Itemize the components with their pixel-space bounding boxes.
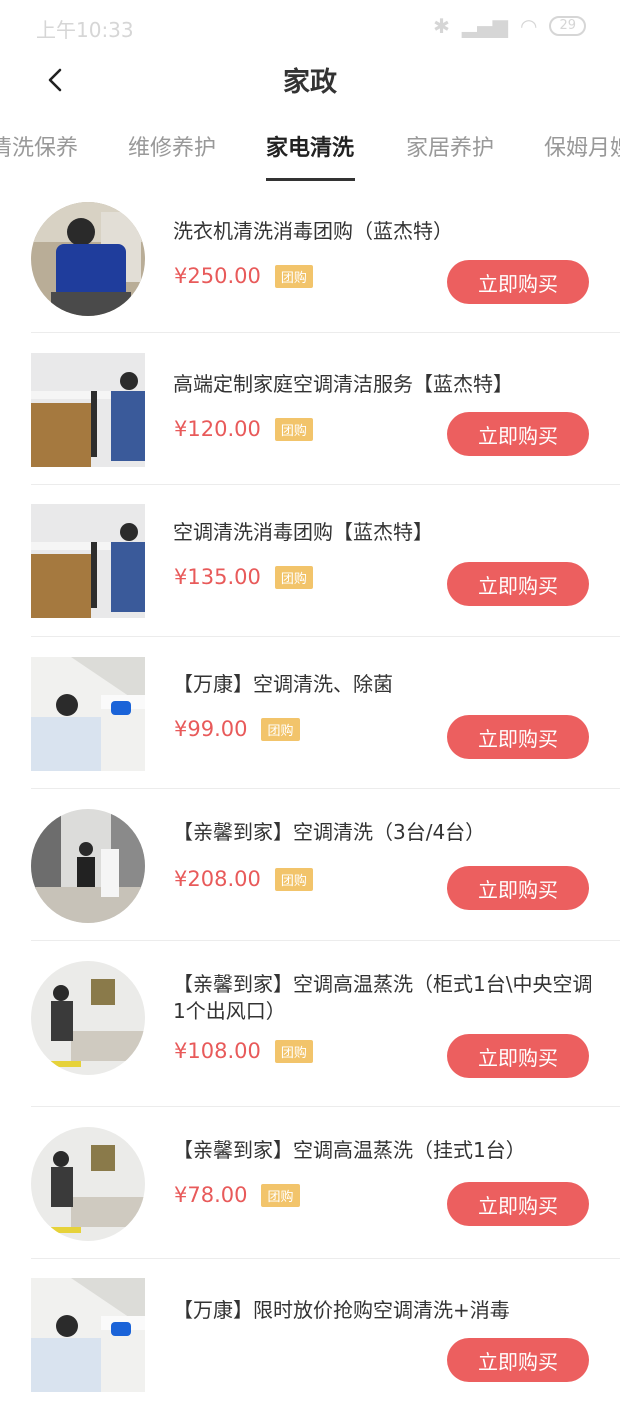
group-buy-badge: 团购 xyxy=(261,1183,300,1207)
product-price: ¥250.00 xyxy=(174,264,261,288)
buy-now-button[interactable]: 立即购买 xyxy=(447,562,589,606)
buy-now-button[interactable]: 立即购买 xyxy=(447,1182,589,1226)
battery-icon: 29 xyxy=(549,16,586,36)
list-item[interactable]: 【万康】空调清洗、除菌 ¥99.00 团购 立即购买 xyxy=(31,637,620,789)
page-title: 家政 xyxy=(283,67,337,98)
product-price: ¥208.00 xyxy=(174,867,261,891)
list-item[interactable]: 洗衣机清洗消毒团购（蓝杰特） ¥250.00 团购 立即购买 xyxy=(31,192,620,333)
buy-now-button[interactable]: 立即购买 xyxy=(447,260,589,304)
buy-now-button[interactable]: 立即购买 xyxy=(447,715,589,759)
product-title: 空调清洗消毒团购【蓝杰特】 xyxy=(173,520,433,544)
product-title: 【亲馨到家】空调高温蒸洗（挂式1台） xyxy=(173,1138,526,1162)
product-price: ¥120.00 xyxy=(174,417,261,441)
product-image xyxy=(31,504,145,618)
product-title: 【万康】空调清洗、除菌 xyxy=(173,672,393,696)
group-buy-badge: 团购 xyxy=(274,565,313,589)
buy-now-button[interactable]: 立即购买 xyxy=(447,1338,589,1382)
product-price: ¥108.00 xyxy=(174,1039,261,1063)
price-row: ¥250.00 团购 xyxy=(174,264,313,288)
status-icons: ✱ ▂▄▆ ◠ 29 xyxy=(433,14,586,38)
nav-bar: 家政 xyxy=(0,54,620,114)
product-image xyxy=(31,961,145,1075)
list-item[interactable]: 【亲馨到家】空调清洗（3台/4台） ¥208.00 团购 立即购买 xyxy=(31,789,620,941)
product-title: 【亲馨到家】空调清洗（3台/4台） xyxy=(173,820,486,844)
group-buy-badge: 团购 xyxy=(274,867,313,891)
price-row: ¥135.00 团购 xyxy=(174,565,313,589)
category-tabs: 清洗保养 维修养护 家电清洗 家居养护 保姆月嫂 xyxy=(0,118,620,186)
product-image xyxy=(31,809,145,923)
list-item[interactable]: 【亲馨到家】空调高温蒸洗（柜式1台\中央空调1个出风口） ¥108.00 团购 … xyxy=(31,941,620,1107)
list-item[interactable]: 【亲馨到家】空调高温蒸洗（挂式1台） ¥78.00 团购 立即购买 xyxy=(31,1107,620,1259)
group-buy-badge: 团购 xyxy=(274,417,313,441)
list-item[interactable]: 空调清洗消毒团购【蓝杰特】 ¥135.00 团购 立即购买 xyxy=(31,485,620,637)
buy-now-button[interactable]: 立即购买 xyxy=(447,1034,589,1078)
group-buy-badge: 团购 xyxy=(274,1039,313,1063)
buy-now-button[interactable]: 立即购买 xyxy=(447,866,589,910)
product-image xyxy=(31,657,145,771)
product-image xyxy=(31,353,145,467)
tab-appliance-cleaning[interactable]: 家电清洗 xyxy=(266,130,354,162)
group-buy-badge: 团购 xyxy=(261,717,300,741)
product-image xyxy=(31,202,145,316)
product-price: ¥78.00 xyxy=(174,1183,248,1207)
tab-nanny[interactable]: 保姆月嫂 xyxy=(544,130,620,162)
price-row: ¥78.00 团购 xyxy=(174,1183,300,1207)
product-title: 高端定制家庭空调清洁服务【蓝杰特】 xyxy=(173,372,513,396)
price-row: ¥208.00 团购 xyxy=(174,867,313,891)
status-bar: 上午10:33 ✱ ▂▄▆ ◠ 29 xyxy=(0,0,620,54)
product-title: 【亲馨到家】空调高温蒸洗（柜式1台\中央空调1个出风口） xyxy=(173,972,593,1023)
product-title: 洗衣机清洗消毒团购（蓝杰特） xyxy=(173,219,453,243)
active-tab-indicator xyxy=(266,178,355,181)
list-item[interactable]: 高端定制家庭空调清洁服务【蓝杰特】 ¥120.00 团购 立即购买 xyxy=(31,333,620,485)
product-image xyxy=(31,1278,145,1392)
bluetooth-icon: ✱ xyxy=(433,14,450,38)
product-title: 【万康】限时放价抢购空调清洗+消毒 xyxy=(173,1298,510,1322)
buy-now-button[interactable]: 立即购买 xyxy=(447,412,589,456)
tab-cleaning-maintenance[interactable]: 清洗保养 xyxy=(0,130,78,162)
wifi-icon: ◠ xyxy=(520,14,538,38)
signal-icon: ▂▄▆ xyxy=(461,14,508,38)
price-row: ¥99.00 团购 xyxy=(174,717,300,741)
product-image xyxy=(31,1127,145,1241)
product-price: ¥99.00 xyxy=(174,717,248,741)
price-row: ¥120.00 团购 xyxy=(174,417,313,441)
product-price: ¥135.00 xyxy=(174,565,261,589)
status-time: 上午10:33 xyxy=(36,18,134,42)
tab-repair-maintenance[interactable]: 维修养护 xyxy=(128,130,216,162)
tab-home-care[interactable]: 家居养护 xyxy=(406,130,494,162)
group-buy-badge: 团购 xyxy=(274,264,313,288)
price-row: ¥108.00 团购 xyxy=(174,1039,313,1063)
list-item[interactable]: 【万康】限时放价抢购空调清洗+消毒 立即购买 xyxy=(31,1259,620,1410)
